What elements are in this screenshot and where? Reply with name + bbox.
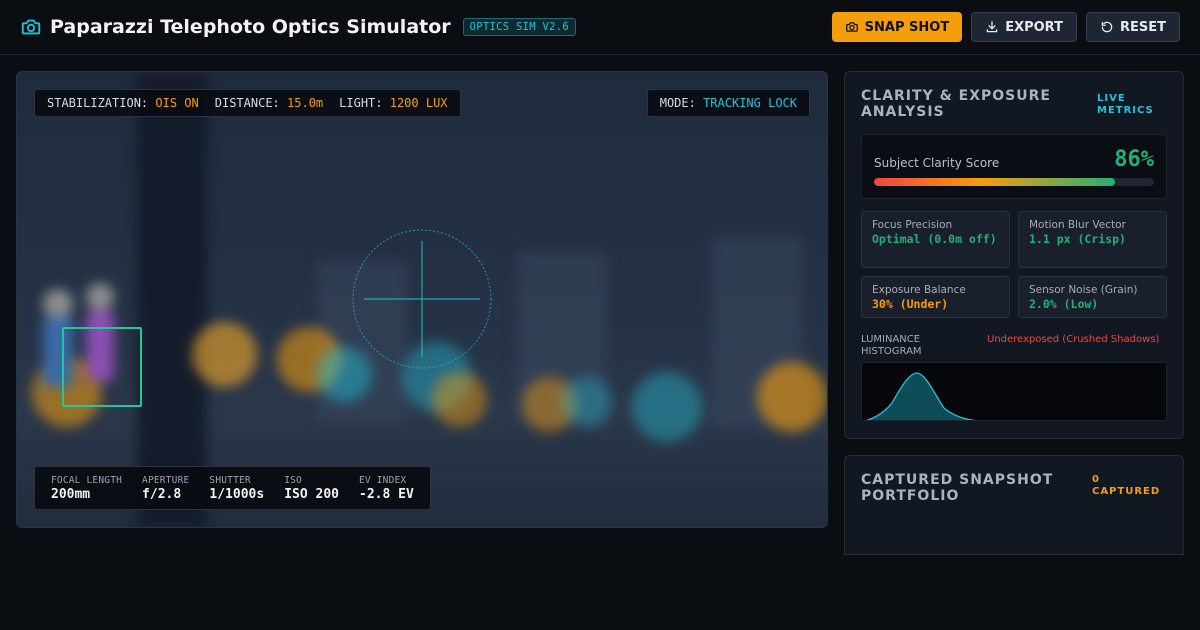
reset-label: RESET (1119, 19, 1166, 35)
distance-readout: DISTANCE: 15.0m (214, 96, 324, 110)
focal-length-stat: FOCAL LENGTH 200mm (51, 474, 123, 502)
sensor-noise-metric: Sensor Noise (Grain) 2.0% (Low) (1018, 276, 1167, 318)
clarity-score-bar (874, 178, 1154, 186)
light-readout: LIGHT: 1200 LUX (339, 96, 448, 110)
clarity-score-label: Subject Clarity Score (874, 155, 1000, 170)
version-badge: OPTICS SIM V2.6 (462, 18, 576, 36)
histogram-status: Underexposed (Crushed Shadows) (987, 334, 1160, 345)
export-button[interactable]: EXPORT (971, 12, 1077, 42)
camera-icon (845, 20, 859, 34)
header-actions: SNAP SHOT EXPORT RESET (831, 12, 1180, 42)
stabilization-readout: STABILIZATION: OIS ON (47, 96, 199, 110)
stabilization-hud: STABILIZATION: OIS ON DISTANCE: 15.0m LI… (34, 89, 461, 117)
portfolio-panel-title: CAPTURED SNAPSHOT PORTFOLIO (861, 472, 1054, 504)
ev-index-stat: EV INDEX -2.8 EV (359, 474, 414, 502)
snap-shot-label: SNAP SHOT (864, 19, 950, 35)
live-metrics-tag: LIVE METRICS (1097, 93, 1154, 116)
refresh-icon (1100, 20, 1114, 34)
download-icon (985, 20, 999, 34)
camera-viewfinder[interactable]: STABILIZATION: OIS ON DISTANCE: 15.0m LI… (16, 71, 828, 528)
analysis-panel-title: CLARITY & EXPOSURE ANALYSIS (861, 88, 1051, 120)
iso-stat: ISO ISO 200 (284, 474, 339, 502)
snapshot-portfolio-panel: CAPTURED SNAPSHOT PORTFOLIO 0 CAPTURED (844, 455, 1184, 555)
app-header: Paparazzi Telephoto Optics Simulator OPT… (0, 0, 1200, 55)
snap-shot-button[interactable]: SNAP SHOT (831, 12, 963, 42)
exposure-balance-metric: Exposure Balance 30% (Under) (861, 276, 1010, 318)
reset-button[interactable]: RESET (1085, 12, 1180, 42)
focus-reticle (352, 229, 492, 369)
shutter-stat: SHUTTER 1/1000s (209, 474, 265, 502)
clarity-score-fill (874, 178, 1115, 186)
clarity-exposure-panel: CLARITY & EXPOSURE ANALYSIS LIVE METRICS… (844, 71, 1184, 439)
export-label: EXPORT (1005, 19, 1063, 35)
metrics-grid: Focus Precision Optimal (0.0m off) Motio… (861, 211, 1167, 318)
focus-precision-metric: Focus Precision Optimal (0.0m off) (861, 211, 1010, 268)
aperture-stat: APERTURE f/2.8 (142, 474, 190, 502)
captured-count: 0 CAPTURED (1092, 474, 1161, 497)
motion-blur-metric: Motion Blur Vector 1.1 px (Crisp) (1018, 211, 1167, 268)
exposure-settings-hud: FOCAL LENGTH 200mm APERTURE f/2.8 SHUTTE… (34, 466, 431, 510)
histogram-label: LUMINANCE HISTOGRAM (861, 334, 922, 357)
mode-indicator: MODE: TRACKING LOCK (646, 89, 810, 117)
luminance-histogram (861, 362, 1167, 421)
histogram-curve (866, 372, 976, 420)
camera-icon (20, 16, 42, 38)
clarity-score-card: Subject Clarity Score 86% (861, 134, 1167, 199)
app-title: Paparazzi Telephoto Optics Simulator (50, 16, 451, 38)
subject-tracking-box (62, 327, 142, 407)
clarity-score-value: 86% (1114, 147, 1154, 172)
